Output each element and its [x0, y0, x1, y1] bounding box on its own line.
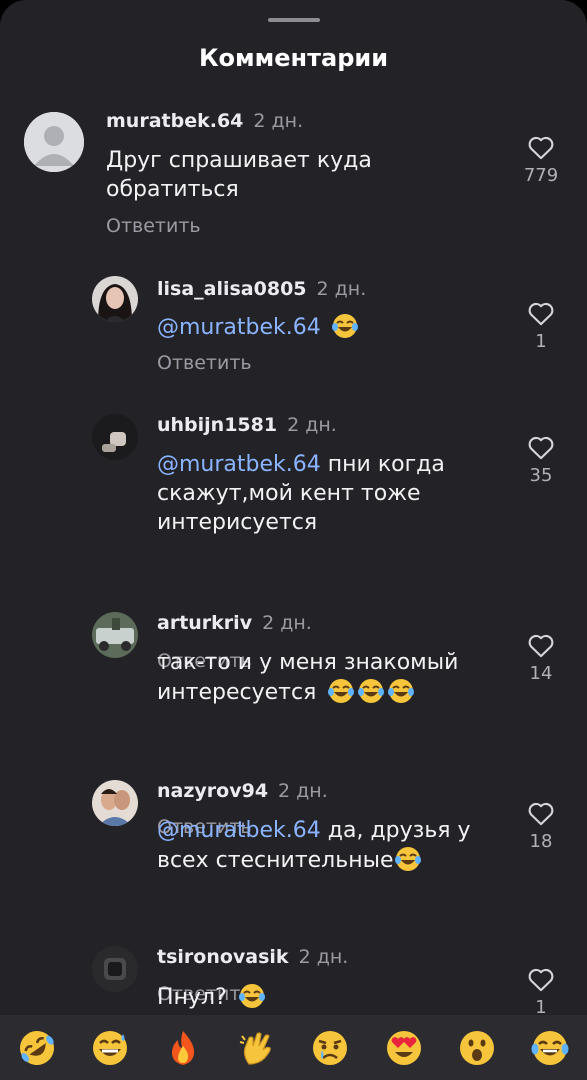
comment-username[interactable]: arturkriv [157, 612, 252, 634]
comment-item: tsironovasik 2 дн. Пнул? 1 [0, 942, 587, 1015]
heart-icon [528, 302, 554, 326]
comment-text: Друг спрашивает куда обратиться [106, 148, 372, 202]
astonished-face-icon [459, 1030, 494, 1065]
comment-username[interactable]: nazyrov94 [157, 780, 268, 802]
like-count: 18 [529, 831, 553, 852]
clapping-hands-icon [239, 1031, 271, 1065]
comment-text: @muratbek.64 [157, 312, 359, 342]
mention-link[interactable]: @muratbek.64 [157, 315, 321, 340]
comment-item: nazyrov94 2 дн. @muratbek.64 да, друзья у… [0, 776, 587, 1005]
user-photo [92, 276, 138, 322]
tears-of-joy-emoji-icon [388, 679, 415, 703]
comment-text: Пнул? [157, 982, 266, 1012]
comment-username[interactable]: uhbijn1581 [157, 414, 277, 436]
like-button[interactable]: 1 [517, 300, 565, 352]
comment-text: @muratbek.64 пни когда скажут,мой кент т… [157, 452, 445, 535]
comments-sheet: Комментарии muratbek.64 2 дн. Друг спраши… [0, 0, 587, 1080]
like-button[interactable]: 35 [517, 434, 565, 486]
grinning-sweat-icon [93, 1030, 128, 1065]
avatar[interactable] [92, 612, 138, 658]
comment-text: так-то и у меня знакомый интересуется [157, 650, 459, 705]
like-count: 1 [535, 997, 547, 1015]
mention-link[interactable]: @muratbek.64 [157, 452, 321, 477]
like-count: 35 [529, 465, 553, 486]
like-button[interactable]: 779 [517, 134, 565, 186]
tears-of-joy-icon [531, 1030, 569, 1065]
avatar[interactable] [24, 112, 84, 172]
rolling-on-floor-laughing-emoji-button[interactable] [15, 1026, 59, 1070]
heart-icon [528, 136, 554, 160]
grinning-sweat-emoji-button[interactable] [88, 1026, 132, 1070]
comment-time: 2 дн. [298, 946, 349, 968]
crying-face-icon [313, 1030, 348, 1065]
tears-of-joy-emoji-button[interactable] [528, 1026, 572, 1070]
comment-time: 2 дн. [287, 414, 337, 436]
tears-of-joy-emoji-icon [238, 984, 265, 1008]
heart-eyes-emoji-button[interactable] [382, 1026, 426, 1070]
tears-of-joy-emoji-icon [358, 679, 385, 703]
comment-time: 2 дн. [278, 780, 328, 802]
comment-text: @muratbek.64 да, друзья у всех стеснител… [157, 818, 471, 873]
user-photo [92, 946, 138, 992]
tears-of-joy-emoji-icon [394, 847, 421, 871]
mention-link[interactable]: @muratbek.64 [157, 818, 321, 843]
drag-handle[interactable] [268, 18, 320, 22]
avatar[interactable] [92, 780, 138, 826]
like-button[interactable]: 14 [517, 632, 565, 684]
avatar[interactable] [92, 414, 138, 460]
heart-icon [528, 436, 554, 460]
comment-time: 2 дн. [253, 110, 304, 132]
like-button[interactable]: 1 [517, 966, 565, 1015]
comment-username[interactable]: muratbek.64 [106, 110, 243, 132]
comment-item: muratbek.64 2 дн. Друг спрашивает куда об… [0, 100, 587, 250]
like-count: 779 [523, 165, 559, 186]
user-photo [92, 612, 138, 658]
heart-icon [528, 634, 554, 658]
like-count: 1 [535, 331, 547, 352]
reply-button[interactable]: Ответить [106, 215, 201, 237]
avatar[interactable] [92, 946, 138, 992]
comment-username[interactable]: tsironovasik [157, 946, 289, 968]
like-count: 14 [529, 663, 553, 684]
comments-list[interactable]: muratbek.64 2 дн. Друг спрашивает куда об… [0, 100, 587, 1015]
heart-icon [528, 802, 554, 826]
rolling-laughing-icon [19, 1030, 54, 1065]
tears-of-joy-emoji-icon [331, 314, 358, 338]
comment-item: lisa_alisa0805 2 дн. @muratbek.64 Ответит… [0, 270, 587, 400]
comment-item: arturkriv 2 дн. так-то и у меня знакомый … [0, 608, 587, 838]
comment-username[interactable]: lisa_alisa0805 [157, 278, 307, 300]
like-button[interactable]: 18 [517, 800, 565, 852]
default-avatar-icon [24, 112, 84, 172]
tears-of-joy-emoji-icon [328, 679, 355, 703]
comment-time: 2 дн. [262, 612, 312, 634]
fire-icon [172, 1030, 195, 1065]
reply-button[interactable]: Ответить [157, 352, 252, 374]
user-photo [92, 780, 138, 826]
comment-item: uhbijn1581 2 дн. @muratbek.64 пни когда с… [0, 410, 587, 672]
crying-face-emoji-button[interactable] [308, 1026, 352, 1070]
avatar[interactable] [92, 276, 138, 322]
astonished-emoji-button[interactable] [455, 1026, 499, 1070]
user-photo [92, 414, 138, 460]
clapping-hands-emoji-button[interactable] [235, 1026, 279, 1070]
heart-eyes-icon [386, 1030, 421, 1065]
comment-time: 2 дн. [316, 278, 367, 300]
fire-emoji-button[interactable] [161, 1026, 205, 1070]
quick-emoji-bar [0, 1015, 587, 1080]
sheet-title: Комментарии [198, 44, 389, 72]
heart-icon [528, 968, 554, 992]
